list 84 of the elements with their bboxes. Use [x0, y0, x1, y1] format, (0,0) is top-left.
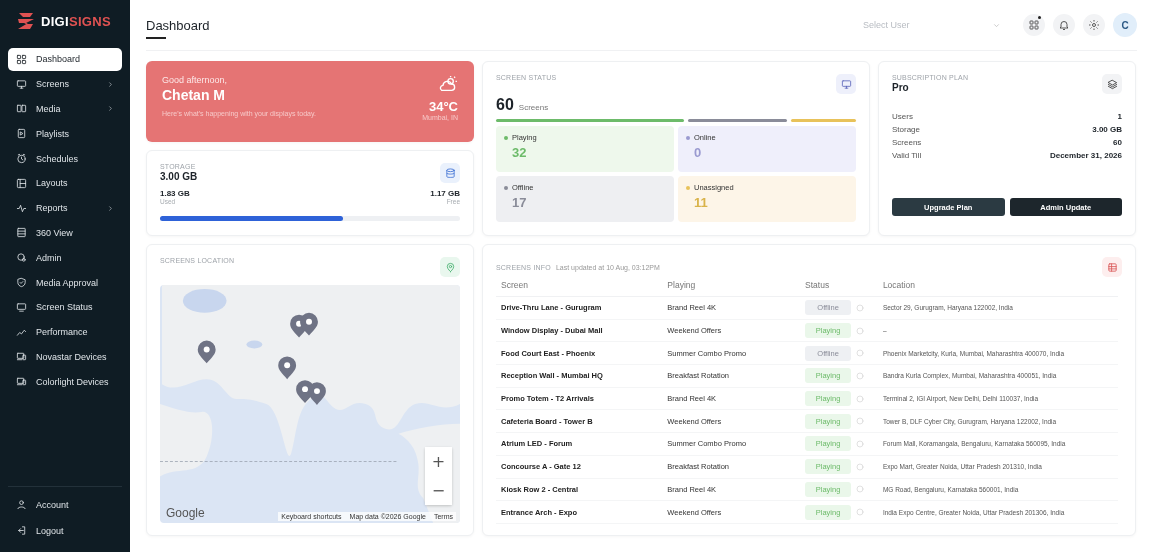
- sidebar-item[interactable]: Screens: [8, 72, 122, 96]
- sidebar-item[interactable]: Dashboard: [8, 48, 122, 71]
- tile-value: 11: [694, 195, 709, 210]
- pin-icon: [444, 261, 456, 273]
- sidebar-item[interactable]: Media Approval: [8, 271, 122, 294]
- table-icon: [1106, 261, 1118, 273]
- logout-icon: [16, 525, 27, 537]
- devices-icon: [16, 351, 27, 363]
- column-header: Location: [877, 277, 1118, 297]
- column-header: Screen: [496, 277, 663, 297]
- sidebar-item[interactable]: Logout: [8, 519, 122, 542]
- sidebar-item[interactable]: Schedules: [8, 147, 122, 170]
- info-icon: [856, 394, 865, 403]
- info-icon: [856, 349, 865, 358]
- detail-label: Users: [892, 112, 913, 121]
- sidebar-item[interactable]: Novastar Devices: [8, 345, 122, 369]
- tile-value: 32: [512, 145, 528, 160]
- grid-icon: [1028, 19, 1040, 31]
- column-header: Playing: [662, 277, 801, 297]
- detail-value: December 31, 2026: [1049, 151, 1122, 160]
- logo-icon: [16, 11, 36, 31]
- screen-count: 60: [496, 96, 514, 114]
- monitor-icon: [840, 78, 852, 90]
- page-title: Dashboard: [146, 17, 210, 39]
- detail-label: Screens: [892, 138, 922, 147]
- used-value: 1.83 GB: [160, 189, 190, 198]
- info-icon: [856, 303, 865, 312]
- notification-dot: [1038, 16, 1041, 19]
- file-play-icon: [16, 128, 27, 140]
- bell-icon: [1058, 19, 1070, 31]
- sidebar-item[interactable]: Reports: [8, 196, 122, 220]
- map-logo: Google: [166, 506, 205, 520]
- info-icon: [856, 485, 865, 494]
- storage-total: 3.00 GB: [160, 171, 198, 182]
- devices-icon: [16, 376, 27, 388]
- detail-label: Valid Till: [892, 151, 922, 160]
- detail-value: 1: [1117, 112, 1122, 121]
- info-icon: [856, 326, 865, 335]
- sidebar-item[interactable]: Playlists: [8, 122, 122, 146]
- settings-button[interactable]: [1083, 14, 1105, 36]
- sidebar-item[interactable]: Layouts: [8, 172, 122, 195]
- layers-icon: [1106, 78, 1118, 90]
- plan-name: Pro: [892, 82, 910, 93]
- monitor-icon: [16, 301, 27, 313]
- brand-name: DIGISIGNS: [41, 13, 111, 29]
- layout-icon: [16, 177, 27, 189]
- sidebar-item[interactable]: 360 View: [8, 221, 122, 245]
- temperature: 34°C: [428, 99, 458, 114]
- sidebar-item[interactable]: Colorlight Devices: [8, 370, 122, 394]
- tile-value: 17: [512, 195, 528, 210]
- count-label: Screens: [518, 103, 549, 112]
- column-header: Status: [800, 277, 878, 297]
- list-icon: [16, 227, 27, 239]
- notifications-button[interactable]: [1053, 14, 1075, 36]
- free-value: 1.17 GB: [430, 189, 460, 198]
- grid-icon: [16, 53, 27, 65]
- columns-icon: [16, 103, 27, 115]
- user-name: Chetan M: [162, 87, 226, 103]
- detail-label: Storage: [892, 125, 921, 134]
- zoom-in-button[interactable]: +: [425, 447, 452, 476]
- detail-value: 60: [1113, 138, 1122, 147]
- database-icon: [444, 167, 456, 179]
- apps-button[interactable]: [1023, 14, 1045, 36]
- info-icon: [856, 371, 865, 380]
- greeting: Good afternoon,: [162, 75, 229, 85]
- shield-icon: [16, 277, 27, 289]
- sidebar-item[interactable]: Media: [8, 97, 122, 121]
- info-icon: [856, 462, 865, 471]
- settings-icon: [1088, 19, 1100, 31]
- sidebar-item[interactable]: Admin: [8, 246, 122, 270]
- zoom-out-button[interactable]: −: [425, 476, 452, 505]
- monitor-icon: [16, 78, 27, 90]
- sidebar-item[interactable]: Account: [8, 493, 122, 517]
- sidebar-item[interactable]: Screen Status: [8, 295, 122, 319]
- info-icon: [856, 508, 865, 517]
- detail-value: 3.00 GB: [1092, 125, 1122, 134]
- pulse-icon: [16, 202, 27, 214]
- tile-value: 0: [694, 145, 703, 160]
- sidebar-item[interactable]: Performance: [8, 320, 122, 344]
- user-avatar[interactable]: C: [1113, 13, 1137, 37]
- info-icon: [856, 439, 865, 448]
- info-icon: [856, 417, 865, 426]
- clock-icon: [16, 153, 27, 165]
- status-segment: [791, 119, 856, 122]
